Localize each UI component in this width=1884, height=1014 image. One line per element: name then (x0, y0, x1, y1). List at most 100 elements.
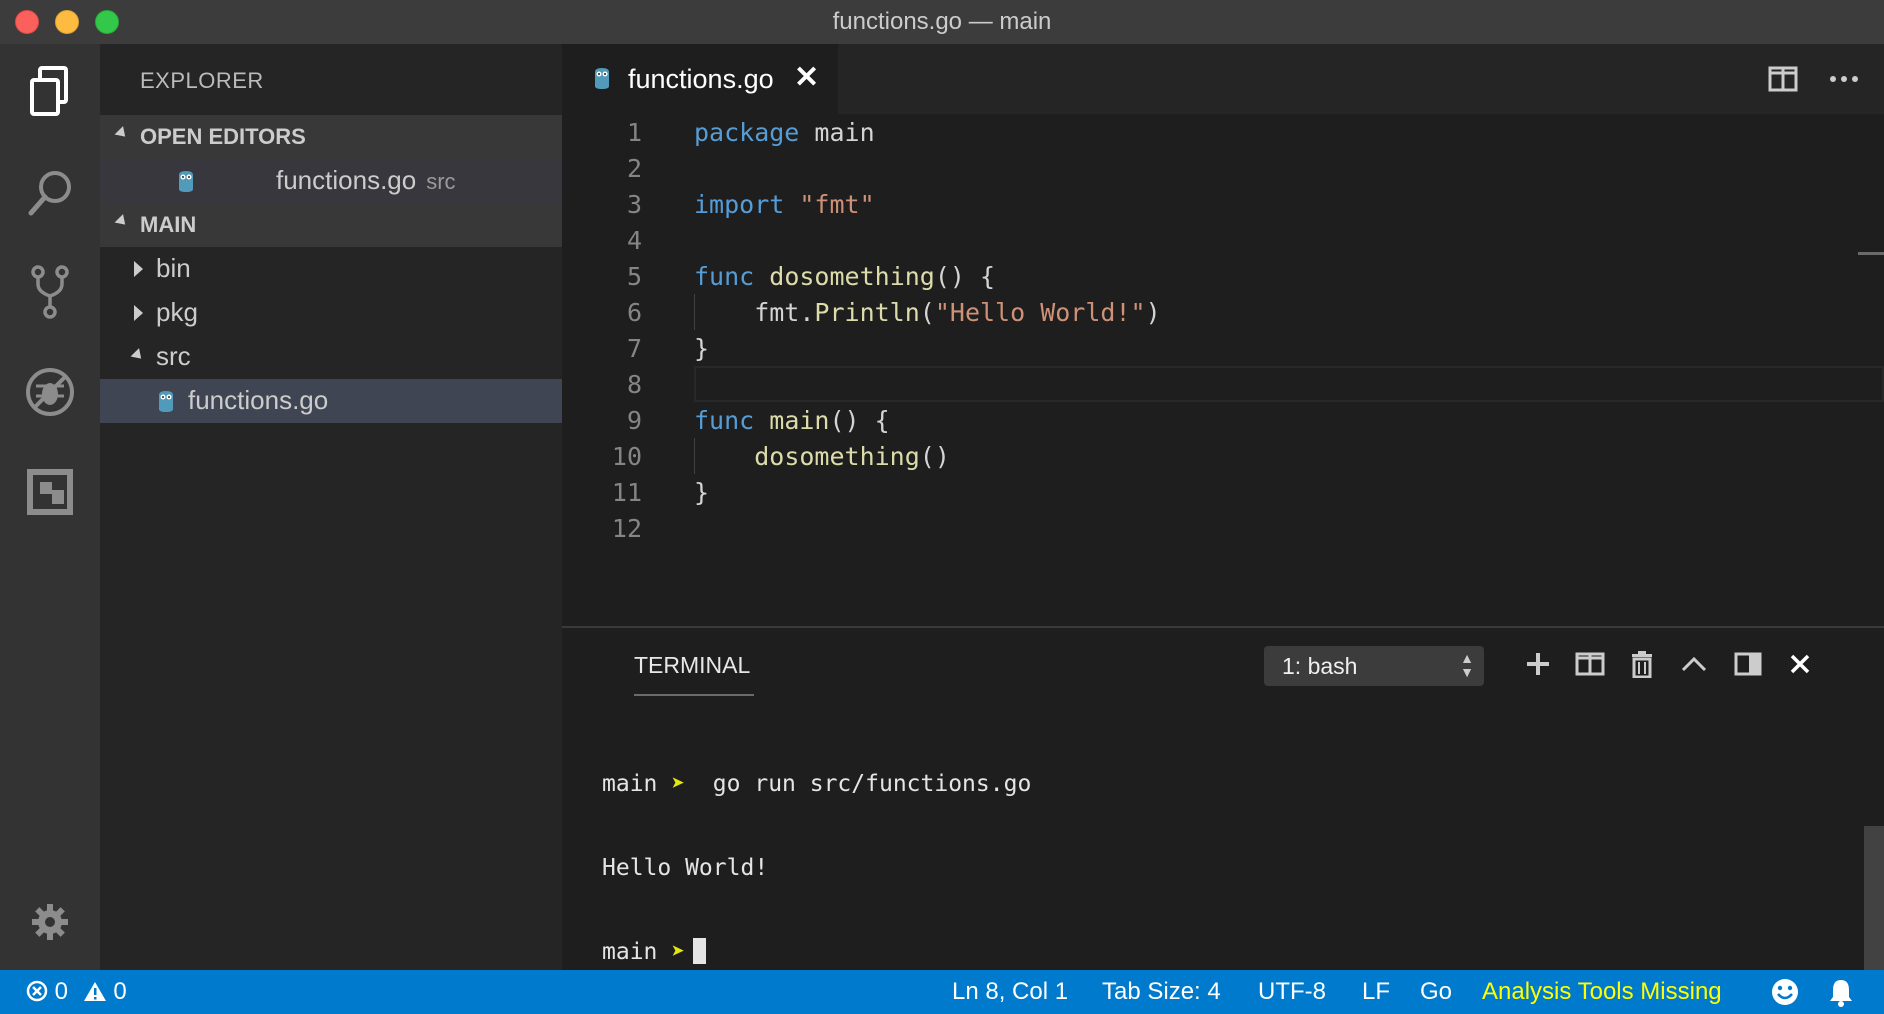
warning-count: 0 (113, 978, 127, 1005)
code-line: 6 fmt.Println("Hello World!") (562, 294, 1884, 330)
terminal-select-value: 1: bash (1282, 653, 1358, 679)
status-bar: 0 0 Ln 8, Col 1 Tab Size: 4 UTF-8 LF Go … (0, 970, 1884, 1014)
chevron-down-icon (130, 348, 146, 363)
search-icon[interactable] (22, 164, 78, 220)
close-tab-icon[interactable]: ✕ (794, 60, 819, 95)
tab-size[interactable]: Tab Size: 4 (1102, 978, 1221, 1006)
tree-item-label: src (156, 341, 191, 371)
collapse-icon (114, 214, 130, 229)
cursor-position[interactable]: Ln 8, Col 1 (952, 978, 1068, 1006)
terminal-panel: TERMINAL 1: bash ▲ ▼ main ➤ go run src/fu… (562, 626, 1884, 970)
code-line: 12 (562, 510, 1884, 546)
line-number: 3 (626, 190, 642, 219)
open-editor-text-row: functions.go src (276, 165, 456, 196)
folder-main-label: MAIN (140, 212, 197, 237)
terminal-scrollbar[interactable] (1864, 826, 1884, 970)
code-line: 4 (562, 222, 1884, 258)
source-control-icon[interactable] (22, 264, 78, 320)
line-code: fmt.Println("Hello World!") (694, 298, 1161, 327)
line-number: 2 (626, 154, 642, 183)
terminal-output[interactable]: main ➤ go run src/functions.go Hello Wor… (602, 714, 1031, 1014)
line-code: package main (694, 118, 875, 147)
language-mode[interactable]: Go (1420, 978, 1452, 1006)
line-number: 7 (626, 334, 642, 363)
maximize-panel-icon[interactable] (1676, 646, 1712, 682)
line-code: import "fmt" (694, 190, 875, 219)
tab-functions-go[interactable]: functions.go ✕ (562, 44, 838, 114)
end-of-line[interactable]: LF (1362, 978, 1390, 1006)
trash-icon[interactable] (1624, 646, 1660, 682)
line-number: 8 (626, 370, 642, 399)
activity-bar (0, 44, 100, 970)
line-code: dosomething() (754, 442, 950, 471)
window-title: functions.go — main (832, 8, 1052, 35)
tree-folder-src[interactable]: src (100, 335, 562, 379)
tree-folder-bin[interactable]: bin (100, 247, 562, 291)
close-panel-icon[interactable] (1782, 646, 1818, 682)
code-line: 11} (562, 474, 1884, 510)
error-icon (26, 980, 48, 1002)
code-line: 7} (562, 330, 1884, 366)
line-number: 4 (626, 226, 642, 255)
sidebar-title: EXPLORER (140, 68, 264, 93)
more-actions-icon[interactable] (1828, 66, 1860, 92)
code-line: 3 import "fmt" (562, 186, 1884, 222)
terminal-select[interactable]: 1: bash ▲ ▼ (1264, 646, 1484, 686)
terminal-line: main ➤ go run src/functions.go (602, 771, 1032, 797)
code-line: 1 package main (562, 114, 1884, 150)
tab-label: functions.go (628, 64, 774, 94)
code-line: 5 func dosomething() { (562, 258, 1884, 294)
analysis-tools-warning[interactable]: Analysis Tools Missing (1482, 978, 1722, 1006)
tree-item-label: bin (156, 253, 191, 283)
line-code: func dosomething() { (694, 262, 996, 291)
code-line: 8 (562, 366, 1884, 402)
tab-terminal[interactable]: TERMINAL (634, 652, 750, 679)
chevron-right-icon (134, 261, 143, 277)
toggle-panel-position-icon[interactable] (1730, 646, 1766, 682)
split-editor-icon[interactable] (1768, 66, 1798, 92)
line-number: 5 (626, 262, 642, 291)
collapse-icon (114, 126, 130, 141)
notifications-bell-icon[interactable] (1828, 977, 1854, 1014)
line-number: 9 (626, 406, 642, 435)
debug-icon[interactable] (22, 364, 78, 420)
line-number: 11 (611, 478, 642, 507)
go-file-icon (159, 391, 173, 412)
split-terminal-icon[interactable] (1572, 646, 1608, 682)
open-editor-path: src (426, 169, 456, 194)
line-code: } (694, 334, 710, 363)
tree-item-label: pkg (156, 297, 198, 327)
warning-icon (83, 982, 106, 1001)
tree-item-label: functions.go (188, 385, 329, 415)
feedback-smiley-icon[interactable] (1770, 977, 1800, 1014)
open-editors-header[interactable]: OPEN EDITORS (100, 115, 562, 159)
chevron-right-icon (134, 305, 143, 321)
code-editor[interactable]: 1 package main 2 3 import "fmt" 4 5 func do… (562, 114, 1884, 626)
line-number: 12 (611, 514, 642, 543)
line-number: 10 (611, 442, 642, 471)
new-terminal-icon[interactable] (1520, 646, 1556, 682)
tree-folder-pkg[interactable]: pkg (100, 291, 562, 335)
tree-file-functions-go[interactable]: functions.go (100, 379, 562, 423)
code-line: 9 func main() { (562, 402, 1884, 438)
line-code: } (694, 478, 710, 507)
files-icon[interactable] (22, 64, 78, 120)
select-arrows-icon: ▲ ▼ (1460, 650, 1474, 680)
explorer-sidebar: EXPLORER OPEN EDITORS ... functions.go sr… (100, 44, 562, 970)
terminal-line: Hello World! (602, 855, 769, 881)
problems-indicator[interactable]: 0 0 (26, 978, 127, 1006)
line-number: 6 (626, 298, 642, 327)
extensions-icon[interactable] (22, 464, 78, 520)
code-line: 2 (562, 150, 1884, 186)
folder-main-header[interactable]: MAIN (100, 203, 562, 247)
go-file-icon (595, 68, 609, 89)
encoding[interactable]: UTF-8 (1258, 978, 1326, 1006)
editor-tab-bar: functions.go ✕ (562, 44, 1884, 114)
open-editor-text: ... (176, 165, 198, 196)
line-code: func main() { (694, 406, 890, 435)
open-editor-filename: functions.go (276, 165, 417, 195)
terminal-line: main ➤ (602, 938, 1031, 966)
gear-icon[interactable] (22, 894, 78, 950)
terminal-cursor (693, 938, 707, 964)
active-tab-underline (634, 694, 754, 696)
